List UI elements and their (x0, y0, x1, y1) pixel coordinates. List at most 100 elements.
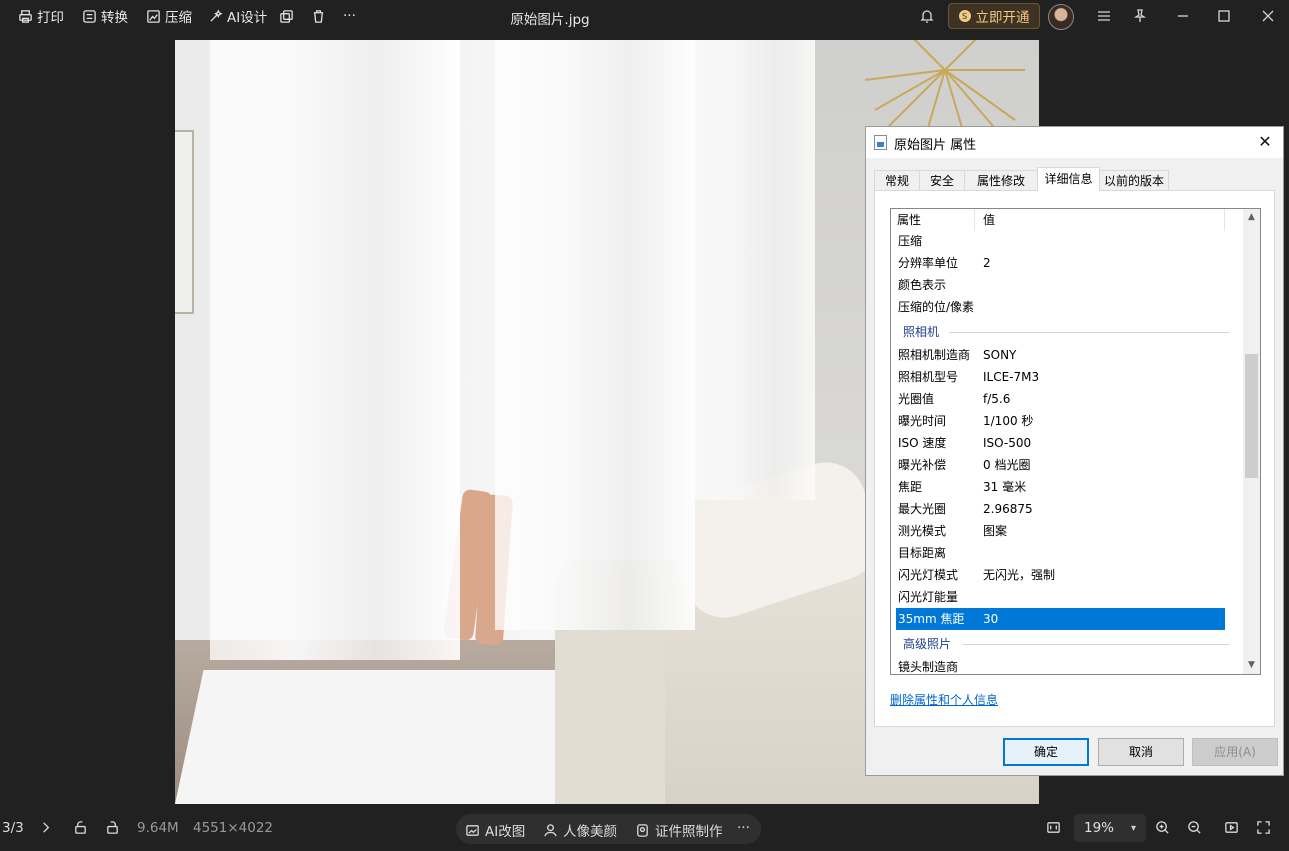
list-item[interactable]: 曝光补偿 0 档光圈 (896, 454, 1225, 476)
property-value: 2 (983, 256, 991, 270)
pin-icon (1133, 9, 1147, 22)
photo-curtain (495, 40, 695, 630)
property-key: 测光模式 (898, 524, 947, 538)
play-icon (1225, 822, 1238, 833)
photo-sunburst-mirror (865, 40, 1025, 140)
list-item[interactable]: 最大光圈 2.96875 (896, 498, 1225, 520)
list-item[interactable]: 照相机制造商 SONY (896, 344, 1225, 366)
list-item[interactable]: 光圈值 f/5.6 (896, 388, 1225, 410)
scroll-thumb[interactable] (1245, 354, 1258, 478)
file-size: 9.64M (137, 820, 179, 836)
property-key: 焦距 (898, 480, 923, 494)
file-icon (874, 135, 887, 150)
property-value: f/5.6 (983, 392, 1011, 406)
zoom-out-button[interactable] (1187, 820, 1202, 835)
close-icon: ✕ (1258, 132, 1272, 151)
avatar[interactable] (1048, 4, 1074, 30)
pin-button[interactable] (1132, 8, 1148, 24)
list-header: 属性 值 (891, 209, 1225, 231)
property-key: 最大光圈 (898, 502, 947, 516)
list-item[interactable]: ISO 速度 ISO-500 (896, 432, 1225, 454)
list-item[interactable]: 照相机型号 ILCE-7M3 (896, 366, 1225, 388)
scroll-down-icon[interactable]: ▼ (1243, 657, 1260, 674)
id-card-icon (637, 823, 648, 837)
list-item[interactable]: 测光模式 图案 (896, 520, 1225, 542)
dialog-title: 原始图片 属性 (894, 138, 977, 153)
close-icon (1262, 10, 1274, 22)
property-key: 目标距离 (898, 546, 947, 560)
ok-button[interactable]: 确定 (1003, 738, 1089, 766)
minimize-button[interactable] (1175, 8, 1191, 24)
rotate-left-button[interactable] (73, 820, 88, 835)
header-value[interactable]: 值 (975, 209, 1225, 231)
dialog-titlebar: 原始图片 属性 ✕ (866, 127, 1283, 158)
portrait-beauty-label: 人像美颜 (563, 824, 617, 840)
list-item[interactable]: 闪光灯模式 无闪光，强制 (896, 564, 1225, 586)
fit-button[interactable] (1046, 820, 1061, 835)
property-key: 照相机制造商 (898, 348, 971, 362)
person-icon (544, 823, 557, 836)
scroll-up-icon[interactable]: ▲ (1243, 209, 1260, 226)
fit-screen-icon (1047, 822, 1060, 833)
slideshow-button[interactable] (1224, 820, 1239, 835)
menu-button[interactable] (1096, 8, 1112, 24)
zoom-in-button[interactable] (1155, 820, 1170, 835)
zoom-out-icon (1188, 821, 1201, 834)
section-advanced-photo: 高级照片 (903, 633, 1229, 655)
next-button[interactable] (38, 820, 53, 835)
list-item[interactable]: 闪光灯能量 (896, 586, 1225, 608)
vip-button[interactable]: S 立即开通 (948, 3, 1040, 29)
remove-properties-link[interactable]: 删除属性和个人信息 (890, 691, 998, 708)
ai-more-button[interactable]: ··· (737, 820, 750, 836)
photo-rug (175, 670, 594, 804)
list-item[interactable]: 分辨率单位 2 (896, 252, 1225, 274)
list-item-selected[interactable]: 35mm 焦距 30 (896, 608, 1225, 630)
list-item[interactable]: 曝光时间 1/100 秒 (896, 410, 1225, 432)
photo-frame (175, 130, 194, 314)
list-item[interactable]: 焦距 31 毫米 (896, 476, 1225, 498)
rotate-right-icon (107, 821, 118, 834)
property-key: ISO 速度 (898, 436, 947, 450)
tab-property-edit[interactable]: 属性修改 (964, 170, 1038, 190)
dialog-close-button[interactable]: ✕ (1255, 132, 1275, 152)
id-photo-button[interactable]: 证件照制作 (635, 820, 723, 840)
image-dimensions: 4551×4022 (193, 820, 274, 836)
property-key: 镜头制造商 (898, 660, 959, 674)
zoom-select[interactable]: 19% ▾ (1074, 814, 1146, 842)
property-value: 图案 (983, 524, 1008, 538)
maximize-button[interactable] (1216, 8, 1232, 24)
property-value: ISO-500 (983, 436, 1032, 450)
ai-edit-button[interactable]: AI改图 (465, 820, 525, 840)
bottom-toolbar: 3/3 9.64M 4551×4022 AI改图 人像美颜 证件照制作 ··· … (0, 808, 1289, 851)
maximize-icon (1218, 10, 1230, 22)
bell-icon (920, 10, 934, 23)
list-scrollbar[interactable]: ▲ ▼ (1243, 209, 1260, 674)
tab-security[interactable]: 安全 (919, 170, 965, 190)
file-title-wrap: 原始图片.jpg (0, 8, 1100, 28)
property-key: 曝光时间 (898, 414, 947, 428)
notification-button[interactable] (919, 8, 935, 24)
cancel-button[interactable]: 取消 (1098, 738, 1184, 766)
zoom-value: 19% (1084, 820, 1115, 836)
top-toolbar: 打印 转换 压缩 AI设计 ··· 原始图片.jpg S 立即开通 (0, 0, 1289, 32)
list-item[interactable]: 镜头制造商 (896, 656, 1225, 674)
portrait-beauty-button[interactable]: 人像美颜 (543, 820, 617, 840)
fullscreen-button[interactable] (1256, 820, 1271, 835)
rotate-right-button[interactable] (105, 820, 120, 835)
list-item[interactable]: 颜色表示 (896, 274, 1225, 296)
list-item[interactable]: 压缩 (896, 230, 1225, 252)
close-window-button[interactable] (1260, 8, 1276, 24)
vip-label: 立即开通 (975, 10, 1030, 26)
property-list[interactable]: 属性 值 压缩 分辨率单位 2 颜色表示 压缩的位/像素 照相机 照相机制造商 SO… (890, 208, 1261, 675)
tab-general[interactable]: 常规 (874, 170, 920, 190)
tab-details[interactable]: 详细信息 (1037, 167, 1100, 191)
apply-button[interactable]: 应用(A) (1192, 738, 1278, 766)
ai-edit-label: AI改图 (485, 824, 526, 840)
list-item[interactable]: 目标距离 (896, 542, 1225, 564)
tab-previous-versions[interactable]: 以前的版本 (1099, 170, 1169, 190)
property-value: SONY (983, 348, 1017, 362)
list-item[interactable]: 压缩的位/像素 (896, 296, 1225, 318)
property-value: 31 毫米 (983, 480, 1027, 494)
section-label: 照相机 (903, 325, 940, 339)
header-property[interactable]: 属性 (891, 209, 975, 231)
